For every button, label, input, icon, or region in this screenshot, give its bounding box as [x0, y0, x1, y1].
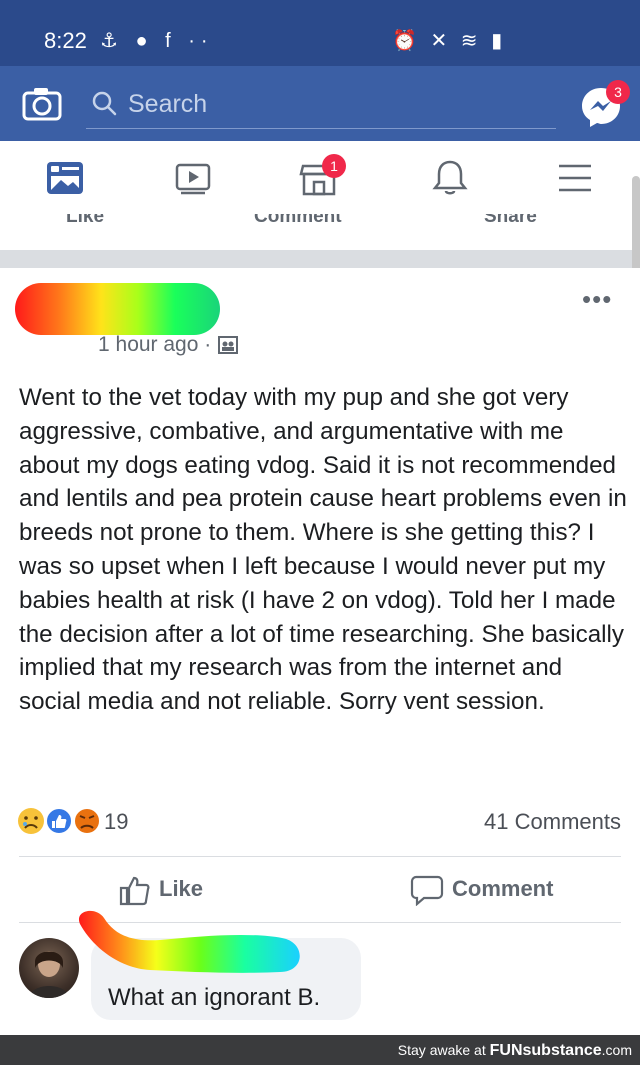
watermark-prefix: Stay awake at: [397, 1042, 490, 1058]
like-label: Like: [159, 876, 204, 901]
feed-divider: [0, 250, 640, 268]
status-bar: 8:22 ⚓ ● f ·· ⏰ ✕ ≋ ▮: [0, 0, 640, 66]
comment-count[interactable]: 41 Comments: [484, 809, 621, 835]
post-text: Went to the vet today with my pup and sh…: [19, 384, 627, 716]
comment-bubble-icon: [410, 875, 444, 906]
system-status-icons: ⏰ ✕ ≋ ▮: [392, 30, 507, 52]
redacted-author-name: [15, 283, 220, 335]
previous-like-button[interactable]: Like: [66, 214, 104, 228]
reaction-icons[interactable]: [16, 806, 102, 836]
status-time: 8:22: [44, 28, 87, 53]
divider: [19, 856, 621, 857]
comment-label: Comment: [452, 876, 554, 901]
group-audience-icon: [218, 336, 238, 354]
news-feed-icon[interactable]: [43, 156, 87, 200]
marketplace-badge: 1: [322, 154, 346, 178]
watermark-suffix: .com: [601, 1042, 632, 1058]
search-bar[interactable]: [86, 83, 556, 129]
previous-comment-button[interactable]: Comment: [254, 214, 342, 228]
comment-text: What an ignorant B.: [108, 984, 321, 1011]
search-icon: [92, 91, 117, 116]
watch-icon[interactable]: [171, 156, 215, 200]
post-timestamp[interactable]: 1 hour ago ·: [98, 333, 211, 357]
previous-share-button[interactable]: Share: [484, 214, 537, 228]
search-input[interactable]: [128, 87, 528, 121]
reaction-count[interactable]: 19: [104, 809, 128, 835]
notification-icons: ⚓ ● f ··: [100, 30, 214, 52]
camera-icon[interactable]: [22, 86, 62, 122]
watermark-footer: Stay awake at FUNsubstance.com: [0, 1035, 640, 1065]
menu-icon[interactable]: [553, 156, 597, 200]
notifications-icon[interactable]: [428, 156, 472, 200]
watermark-text: Stay awake at FUNsubstance.com: [398, 1042, 632, 1060]
redacted-commenter-name: [78, 910, 300, 973]
watermark-brand: FUNsubstance: [489, 1042, 602, 1059]
more-options-icon[interactable]: •••: [582, 286, 618, 312]
previous-post-actions: Like Comment Share: [0, 214, 640, 236]
messenger-badge: 3: [606, 80, 630, 104]
